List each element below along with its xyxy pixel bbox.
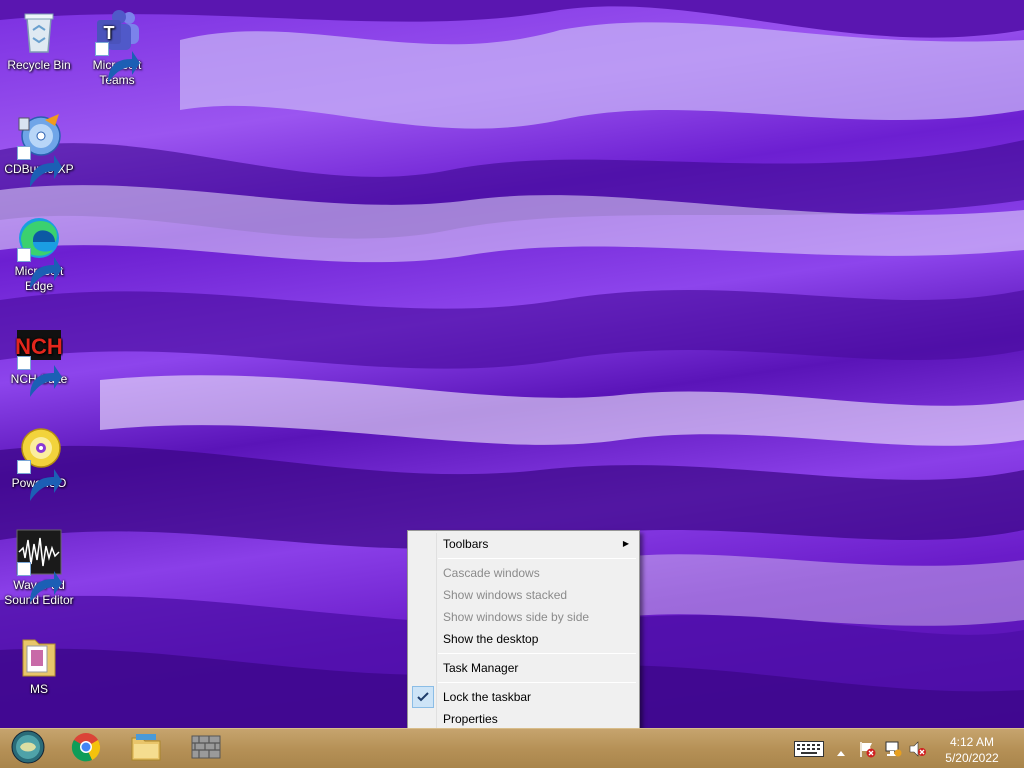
firewall-icon: [191, 734, 221, 765]
menu-item-show-windows-stacked: Show windows stacked: [410, 584, 637, 606]
action-center-flag-icon[interactable]: [858, 740, 876, 763]
menu-item-properties[interactable]: Properties: [410, 708, 637, 730]
menu-item-show-windows-side-by-side: Show windows side by side: [410, 606, 637, 628]
network-icon[interactable]: [884, 740, 902, 763]
wavepad-icon: [15, 528, 63, 603]
desktop-icon-wavepad-sound-editor[interactable]: WavePad Sound Editor: [0, 528, 78, 608]
menu-item-lock-the-taskbar[interactable]: Lock the taskbar: [410, 686, 637, 708]
menu-item-label: Task Manager: [443, 661, 519, 675]
menu-item-label: Lock the taskbar: [443, 690, 532, 704]
desktop-icon-label: Recycle Bin: [7, 58, 71, 72]
taskbar-firewall-button[interactable]: [180, 731, 232, 767]
show-hidden-icons-icon[interactable]: [836, 744, 846, 762]
menu-item-label: Cascade windows: [443, 566, 540, 580]
menu-item-label: Toolbars: [443, 537, 489, 551]
menu-separator: [438, 682, 636, 683]
shortcut-arrow-icon: [17, 146, 62, 187]
desktop-icon-label: MS: [30, 682, 48, 696]
microsoft-teams-icon: T: [93, 8, 141, 83]
menu-separator: [438, 558, 636, 559]
shortcut-arrow-icon: [17, 460, 62, 501]
cdburnerxp-icon: [15, 112, 63, 187]
desktop-icon-ms-folder[interactable]: MS: [0, 632, 78, 697]
system-tray: 4:12 AM 5/20/2022: [794, 729, 1024, 768]
desktop-icon-recycle-bin[interactable]: Recycle Bin: [0, 8, 78, 73]
volume-muted-icon[interactable]: [908, 740, 926, 763]
file-explorer-icon: [130, 732, 162, 767]
svg-text:T: T: [104, 23, 115, 43]
shortcut-arrow-icon: [17, 356, 62, 397]
shortcut-arrow-icon: [95, 42, 140, 83]
checkmark-icon: [412, 686, 434, 708]
start-orb-icon: [10, 729, 46, 768]
taskbar: 4:12 AM 5/20/2022: [0, 728, 1024, 768]
desktop-icon-microsoft-edge[interactable]: Microsoft Edge: [0, 214, 78, 294]
taskbar-chrome-button[interactable]: [60, 731, 112, 767]
menu-item-show-the-desktop[interactable]: Show the desktop: [410, 628, 637, 650]
nch-suite-icon: NCH: [15, 322, 63, 397]
clock-time: 4:12 AM: [949, 735, 995, 749]
touch-keyboard-icon[interactable]: [794, 741, 824, 762]
menu-item-cascade-windows: Cascade windows: [410, 562, 637, 584]
taskbar-clock[interactable]: 4:12 AM 5/20/2022: [942, 734, 1002, 766]
start-button[interactable]: [2, 729, 54, 768]
menu-separator: [438, 653, 636, 654]
menu-item-task-manager[interactable]: Task Manager: [410, 657, 637, 679]
menu-item-label: Show windows side by side: [443, 610, 590, 624]
taskbar-file-explorer-button[interactable]: [120, 731, 172, 767]
taskbar-context-menu: Toolbars ▶ Cascade windows Show windows …: [407, 530, 640, 732]
menu-item-label: Show the desktop: [443, 632, 539, 646]
menu-item-toolbars[interactable]: Toolbars ▶: [410, 533, 637, 555]
shortcut-arrow-icon: [17, 248, 62, 289]
desktop-icon-poweriso[interactable]: PowerISO: [0, 426, 78, 501]
chrome-icon: [71, 732, 101, 767]
desktop-icon-nch-suite[interactable]: NCH NCH Suite: [0, 322, 78, 397]
menu-item-label: Show windows stacked: [443, 588, 568, 602]
recycle-bin-icon: [15, 8, 63, 56]
clock-date: 5/20/2022: [945, 751, 999, 765]
desktop-icon-cdburnerxp[interactable]: CDBurnerXP: [0, 112, 78, 187]
poweriso-icon: [15, 426, 63, 501]
desktop-icon-microsoft-teams[interactable]: T Microsoft Teams: [78, 8, 156, 88]
menu-item-label: Properties: [443, 712, 498, 726]
shortcut-arrow-icon: [17, 562, 62, 603]
submenu-arrow-icon: ▶: [622, 539, 629, 548]
microsoft-edge-icon: [15, 214, 63, 289]
folder-icon: [15, 632, 63, 680]
